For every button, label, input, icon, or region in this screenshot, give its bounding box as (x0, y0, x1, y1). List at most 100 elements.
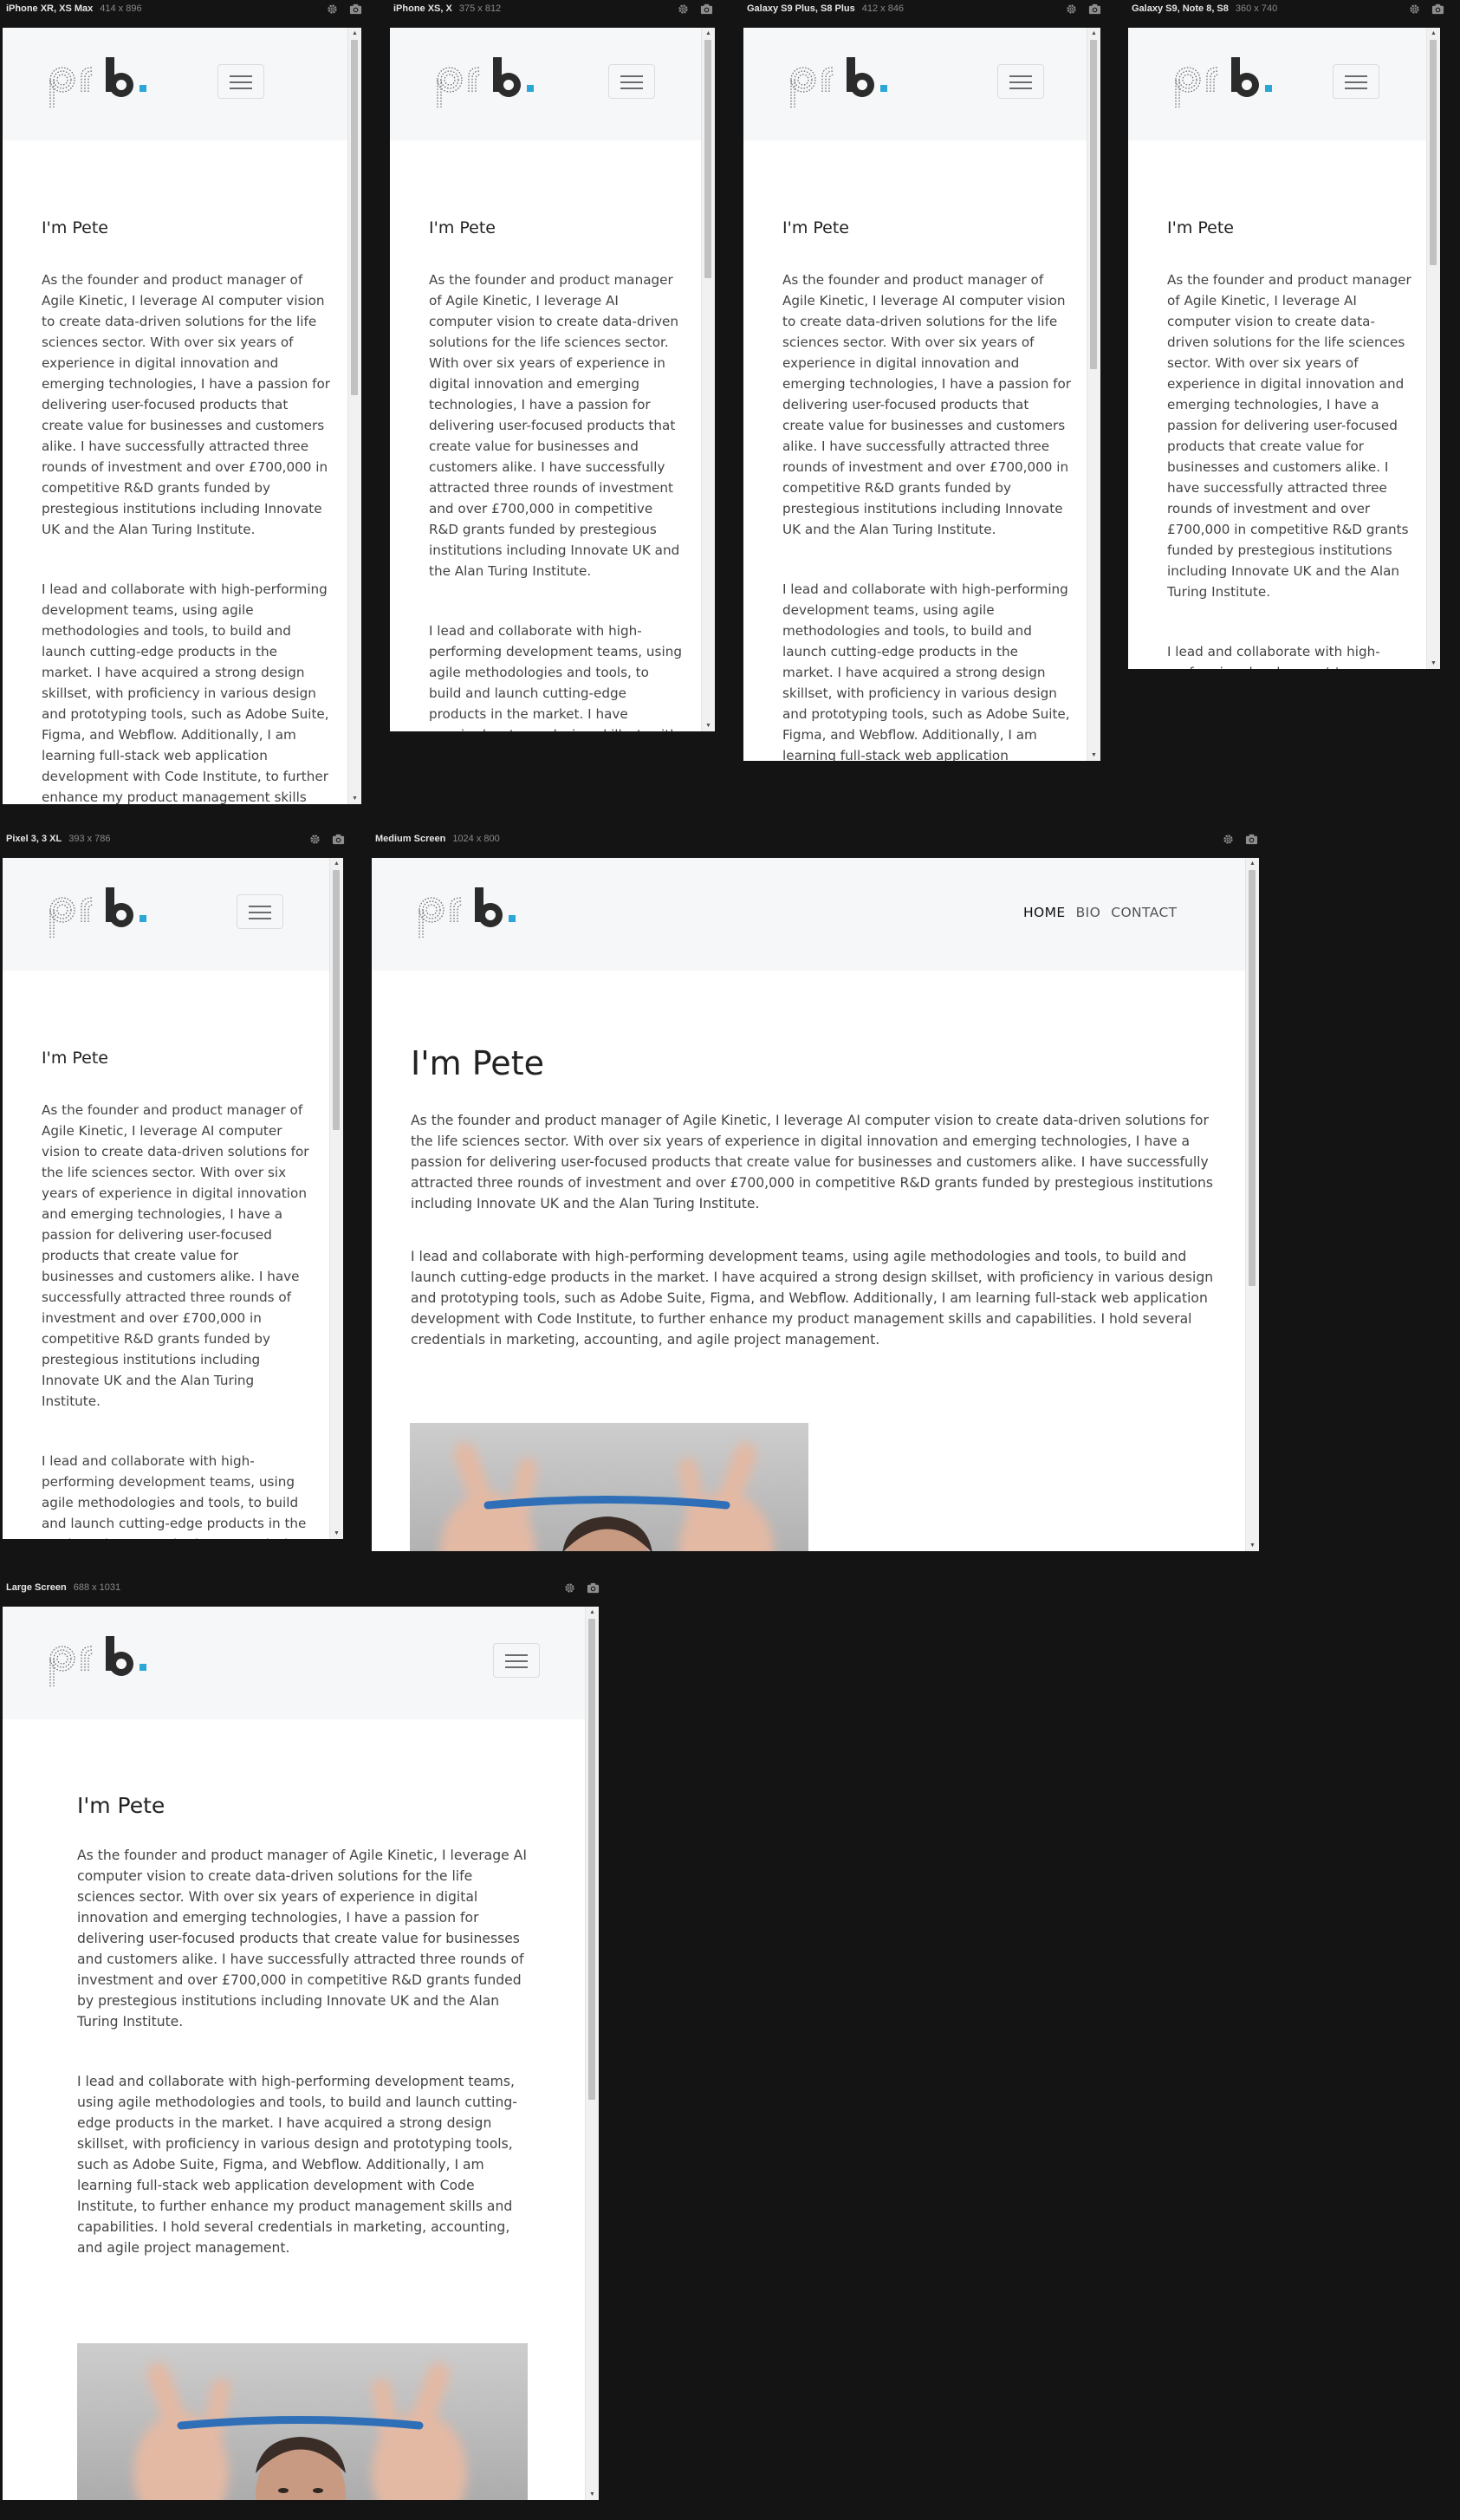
page-title: I'm Pete (42, 1049, 108, 1068)
camera-icon[interactable] (587, 1581, 600, 1594)
site-page: I'm Pete As the founder and product mana… (3, 858, 330, 1539)
experience-paragraph: I lead and collaborate with high-perform… (42, 1452, 307, 1539)
frame-dimensions: 414 x 896 (100, 3, 142, 14)
site-page: HOME BIO CONTACT I'm Pete As the founder… (372, 858, 1246, 1551)
device-viewport: I'm Pete As the founder and product mana… (390, 28, 715, 731)
main-nav: HOME BIO CONTACT (1013, 905, 1178, 920)
scrollbar-thumb[interactable] (351, 40, 358, 395)
scroll-down-arrow[interactable]: ▼ (330, 1528, 343, 1539)
logo[interactable] (431, 57, 552, 115)
frame-dimensions: 375 x 812 (458, 3, 502, 14)
hamburger-menu-button[interactable] (1333, 64, 1379, 99)
scroll-down-arrow[interactable]: ▼ (586, 2489, 599, 2500)
gear-icon[interactable] (1408, 3, 1421, 16)
hamburger-menu-button[interactable] (237, 894, 283, 929)
scroll-down-arrow[interactable]: ▼ (1246, 1540, 1259, 1551)
gear-icon[interactable] (563, 1581, 576, 1594)
nav-link-bio[interactable]: BIO (1076, 905, 1101, 920)
scroll-up-arrow[interactable]: ▲ (330, 858, 343, 869)
site-header (743, 28, 1087, 140)
scrollbar-thumb[interactable] (704, 40, 711, 278)
site-page: I'm Pete As the founder and product mana… (743, 28, 1087, 761)
frame-dimensions: 1024 x 800 (452, 834, 500, 844)
nav-link-home[interactable]: HOME (1023, 905, 1066, 920)
intro-paragraph: As the founder and product manager of Ag… (1167, 271, 1411, 600)
logo[interactable] (43, 57, 165, 115)
scroll-up-arrow[interactable]: ▲ (1087, 28, 1100, 39)
gear-icon[interactable] (326, 3, 339, 16)
scroll-up-arrow[interactable]: ▲ (1246, 858, 1259, 869)
scrollbar[interactable]: ▲ ▼ (701, 28, 715, 731)
experience-paragraph: I lead and collaborate with high-perform… (77, 2074, 517, 2256)
frame-title: Pixel 3, 3 XL (6, 834, 62, 844)
camera-icon[interactable] (1245, 833, 1258, 846)
experience-paragraph: I lead and collaborate with high-perform… (411, 1248, 1214, 1348)
logo[interactable] (43, 887, 165, 945)
device-viewport: I'm Pete As the founder and product mana… (3, 858, 343, 1539)
scroll-up-arrow[interactable]: ▲ (702, 28, 715, 39)
scrollbar[interactable]: ▲ ▼ (347, 28, 361, 804)
scroll-down-arrow[interactable]: ▼ (348, 793, 361, 804)
camera-icon[interactable] (700, 3, 713, 16)
scrollbar-thumb[interactable] (588, 1619, 595, 2100)
logo[interactable] (43, 1636, 165, 1694)
gear-icon[interactable] (677, 3, 690, 16)
nav-link-contact[interactable]: CONTACT (1111, 905, 1177, 920)
frame-dimensions: 360 x 740 (1235, 3, 1278, 14)
camera-icon[interactable] (332, 833, 345, 846)
scrollbar[interactable]: ▲ ▼ (1426, 28, 1440, 669)
scrollbar[interactable]: ▲ ▼ (585, 1607, 599, 2500)
device-frame-galaxy-s9: Galaxy S9, Note 8, S8 360 x 740 I'm Pete … (1126, 0, 1446, 676)
hamburger-menu-button[interactable] (493, 1643, 540, 1678)
gear-icon[interactable] (1222, 833, 1235, 846)
profile-photo (410, 1423, 808, 1551)
scroll-up-arrow[interactable]: ▲ (1427, 28, 1440, 39)
scroll-down-arrow[interactable]: ▼ (702, 720, 715, 731)
scrollbar[interactable]: ▲ ▼ (1087, 28, 1100, 761)
device-frame-iphone-xs: iPhone XS, X 375 x 812 I'm Pete As the fo… (387, 0, 715, 737)
device-viewport: I'm Pete As the founder and product mana… (1128, 28, 1440, 669)
about-section: I'm Pete As the founder and product mana… (42, 1049, 310, 1539)
logo[interactable] (1169, 57, 1290, 115)
logo[interactable] (784, 57, 905, 115)
logo[interactable] (412, 887, 534, 945)
page-title: I'm Pete (42, 218, 108, 237)
device-viewport: I'm Pete As the founder and product mana… (3, 1607, 599, 2500)
site-header (1128, 28, 1427, 140)
profile-photo (77, 2343, 528, 2500)
intro-paragraph: As the founder and product manager of Ag… (42, 271, 331, 537)
device-viewport: I'm Pete As the founder and product mana… (743, 28, 1100, 761)
frame-dimensions: 412 x 846 (861, 3, 905, 14)
hamburger-menu-button[interactable] (997, 64, 1044, 99)
scrollbar-thumb[interactable] (1090, 40, 1097, 369)
scroll-down-arrow[interactable]: ▼ (1427, 658, 1440, 669)
camera-icon[interactable] (1431, 3, 1444, 16)
device-frame-galaxy-s9-plus: Galaxy S9 Plus, S8 Plus 412 x 846 I'm Pet… (741, 0, 1103, 763)
scroll-up-arrow[interactable]: ▲ (348, 28, 361, 39)
experience-paragraph: I lead and collaborate with high-perform… (42, 581, 329, 804)
gear-icon[interactable] (1065, 3, 1078, 16)
hamburger-menu-button[interactable] (217, 64, 264, 99)
intro-paragraph: As the founder and product manager of Ag… (77, 1848, 527, 2030)
frame-header: Medium Screen 1024 x 800 (369, 830, 1260, 848)
device-viewport: I'm Pete As the founder and product mana… (3, 28, 361, 804)
frame-title: iPhone XS, X (393, 3, 452, 14)
experience-paragraph: I lead and collaborate with high-perform… (429, 622, 682, 731)
about-section: I'm Pete As the founder and product mana… (77, 1793, 532, 2297)
camera-icon[interactable] (1088, 3, 1101, 16)
scroll-down-arrow[interactable]: ▼ (1087, 750, 1100, 761)
hamburger-menu-button[interactable] (608, 64, 655, 99)
frame-title: Large Screen (6, 1582, 67, 1593)
scrollbar-thumb[interactable] (1430, 40, 1437, 265)
scrollbar[interactable]: ▲ ▼ (1245, 858, 1259, 1551)
scroll-up-arrow[interactable]: ▲ (586, 1607, 599, 1618)
device-frame-large-screen: Large Screen 688 x 1031 I'm Pete As the f… (0, 1579, 601, 2503)
camera-icon[interactable] (349, 3, 362, 16)
scrollbar-thumb[interactable] (1249, 870, 1256, 1286)
site-header (390, 28, 702, 140)
scrollbar[interactable]: ▲ ▼ (329, 858, 343, 1539)
frame-header: Large Screen 688 x 1031 (0, 1579, 601, 1596)
frame-title: iPhone XR, XS Max (6, 3, 94, 14)
scrollbar-thumb[interactable] (333, 870, 340, 1130)
gear-icon[interactable] (308, 833, 321, 846)
